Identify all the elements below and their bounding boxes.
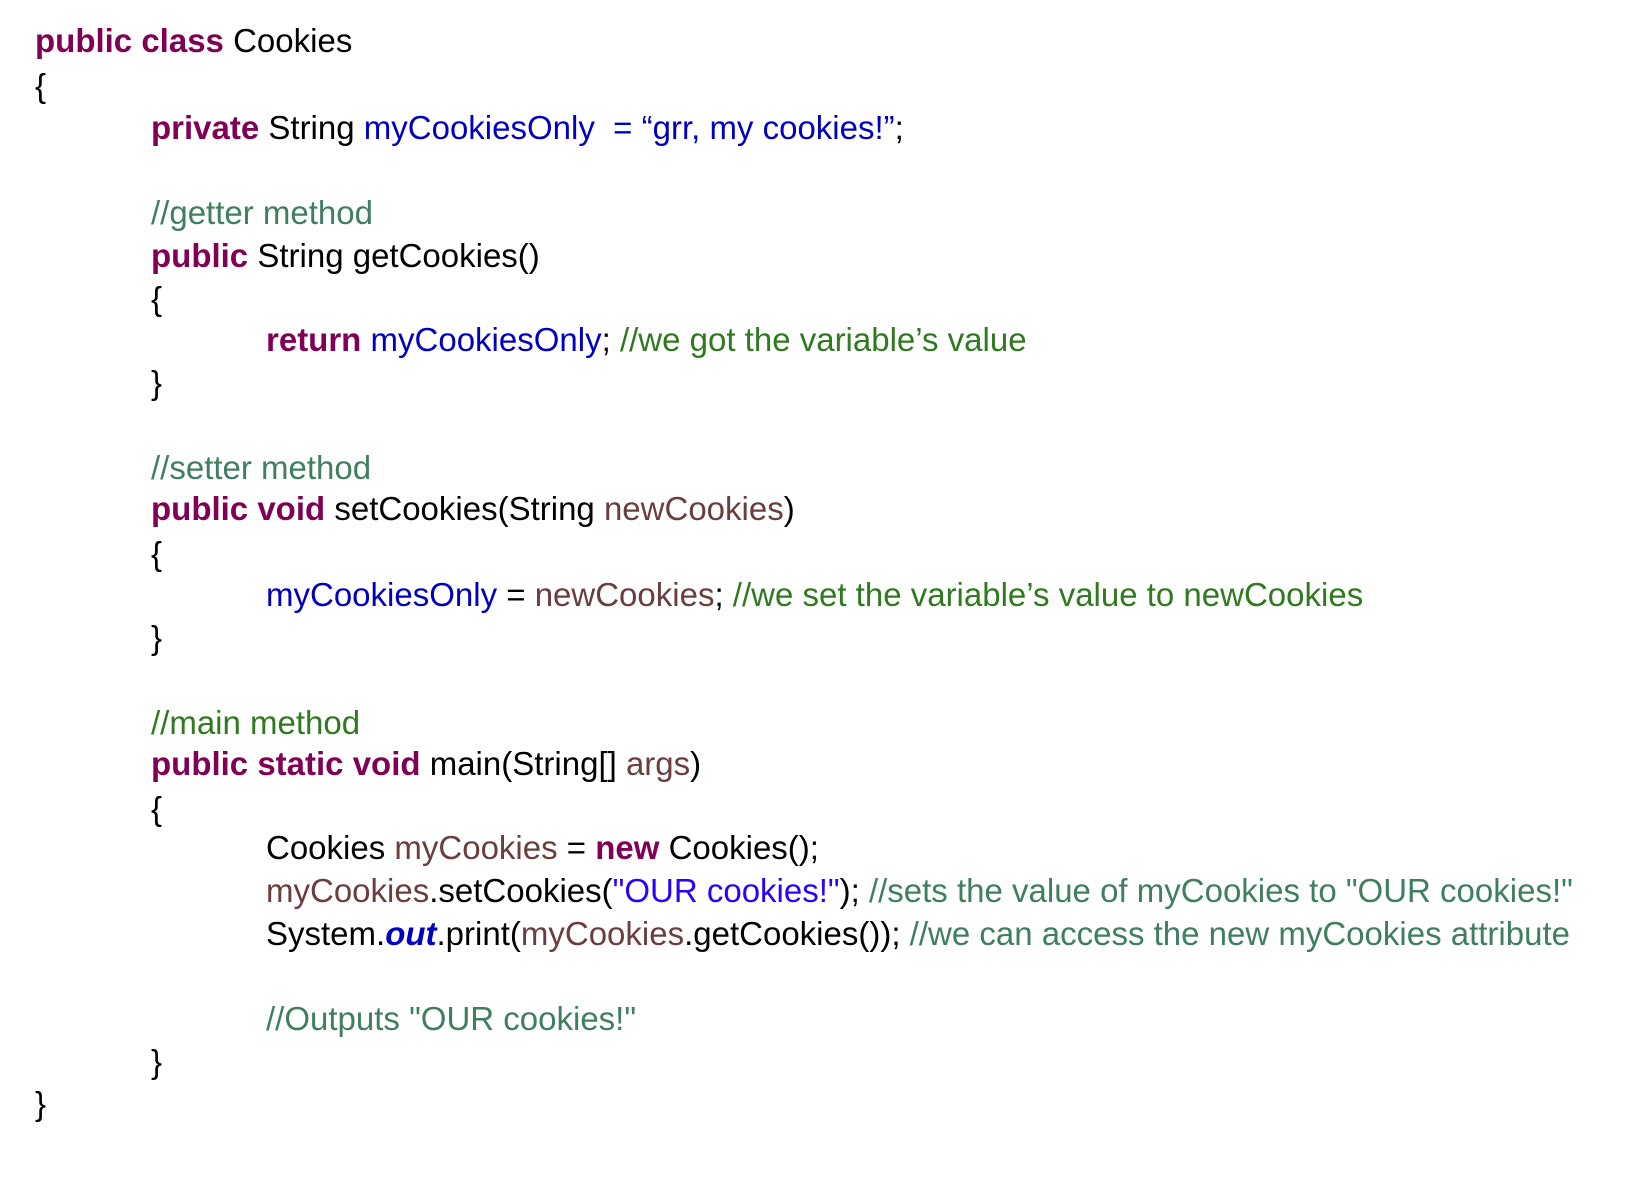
code-token-comment2: //main method [151, 704, 361, 741]
code-listing: public class Cookies { private String my… [0, 0, 1628, 1185]
code-token-local: newCookies [534, 576, 715, 613]
code-token-plain: = [497, 576, 535, 613]
code-token-local: myCookies [520, 915, 685, 952]
code-token-plain: Cookies(); [659, 829, 819, 866]
code-line: public String getCookies() [151, 236, 540, 276]
code-token-comment2: //we set the variable’s value to newCook… [732, 576, 1364, 613]
code-token-plain: ); [839, 872, 869, 909]
code-line: //setter method [151, 448, 371, 488]
code-token-kw: public void [151, 490, 326, 527]
code-token-plain: ; [601, 321, 620, 358]
code-token-plain: } [35, 1085, 47, 1122]
code-token-local: args [625, 745, 691, 782]
code-token-field: myCookiesOnly [370, 321, 602, 358]
code-token-plain: { [151, 535, 163, 572]
code-token-plain: } [151, 1043, 163, 1080]
code-token-plain: ) [690, 745, 702, 782]
code-token-plain: { [35, 67, 47, 104]
code-line: { [151, 534, 162, 574]
code-token-plain: { [151, 280, 163, 317]
code-token-plain: { [151, 790, 163, 827]
code-line: return myCookiesOnly; //we got the varia… [266, 320, 1027, 360]
code-token-kw: private [151, 109, 260, 146]
code-token-plain: System. [266, 915, 386, 952]
code-line: Cookies myCookies = new Cookies(); [266, 828, 819, 868]
code-line: myCookies.setCookies("OUR cookies!"); //… [266, 871, 1573, 911]
code-token-plain: ) [783, 490, 795, 527]
code-token-kw: return [266, 321, 362, 358]
code-token-plain: .setCookies( [429, 872, 613, 909]
code-token-kw: new [595, 829, 660, 866]
code-token-comment2: //we got the variable’s value [619, 321, 1027, 358]
code-token-plain: .getCookies()); [684, 915, 910, 952]
code-token-plain: } [151, 364, 163, 401]
code-token-plain: ; [714, 576, 733, 613]
code-line: public static void main(String[] args) [151, 744, 701, 784]
code-token-field: myCookiesOnly [266, 576, 498, 613]
code-token-comment: //sets the value of myCookies to "OUR co… [868, 872, 1573, 909]
code-line: public class Cookies [35, 21, 352, 61]
code-token-field: myCookiesOnly = “grr, my cookies!” [363, 109, 895, 146]
code-token-plain: .print( [436, 915, 521, 952]
code-line: //getter method [151, 193, 373, 233]
code-line: } [151, 363, 162, 403]
code-line: //Outputs "OUR cookies!" [266, 999, 636, 1039]
code-line: { [151, 279, 162, 319]
code-token-plain: } [151, 619, 163, 656]
code-token-plain: setCookies(String [325, 490, 604, 527]
code-token-kw: public [151, 237, 249, 274]
code-token-plain: ; [894, 109, 904, 146]
code-line: System.out.print(myCookies.getCookies())… [266, 914, 1570, 954]
code-line: public void setCookies(String newCookies… [151, 489, 795, 529]
code-line: //main method [151, 703, 360, 743]
code-line: } [151, 618, 162, 658]
code-line: { [151, 789, 162, 829]
code-token-local: newCookies [603, 490, 784, 527]
code-line: private String myCookiesOnly = “grr, my … [151, 108, 904, 148]
code-token-plain: main(String[] [420, 745, 626, 782]
code-token-comment: //Outputs "OUR cookies!" [266, 1000, 637, 1037]
code-token-local: myCookies [394, 829, 558, 866]
code-token-plain: = [557, 829, 596, 866]
code-token-static: out [385, 915, 437, 952]
code-token-comment: //setter method [151, 449, 372, 486]
code-line: } [35, 1084, 46, 1124]
code-token-plain: Cookies [266, 829, 395, 866]
code-token-plain: Cookies [223, 22, 353, 59]
code-token-comment: //we can access the new myCookies attrib… [909, 915, 1570, 952]
code-token-kw: public class [35, 22, 224, 59]
code-token-local: myCookies [266, 872, 430, 909]
code-token-str: "OUR cookies!" [612, 872, 840, 909]
code-token-comment: //getter method [151, 194, 373, 231]
code-line: } [151, 1042, 162, 1082]
code-token-plain: String getCookies() [248, 237, 540, 274]
code-line: myCookiesOnly = newCookies; //we set the… [266, 575, 1363, 615]
code-token-plain: String [259, 109, 364, 146]
code-line: { [35, 66, 46, 106]
code-token-kw: public static void [151, 745, 421, 782]
